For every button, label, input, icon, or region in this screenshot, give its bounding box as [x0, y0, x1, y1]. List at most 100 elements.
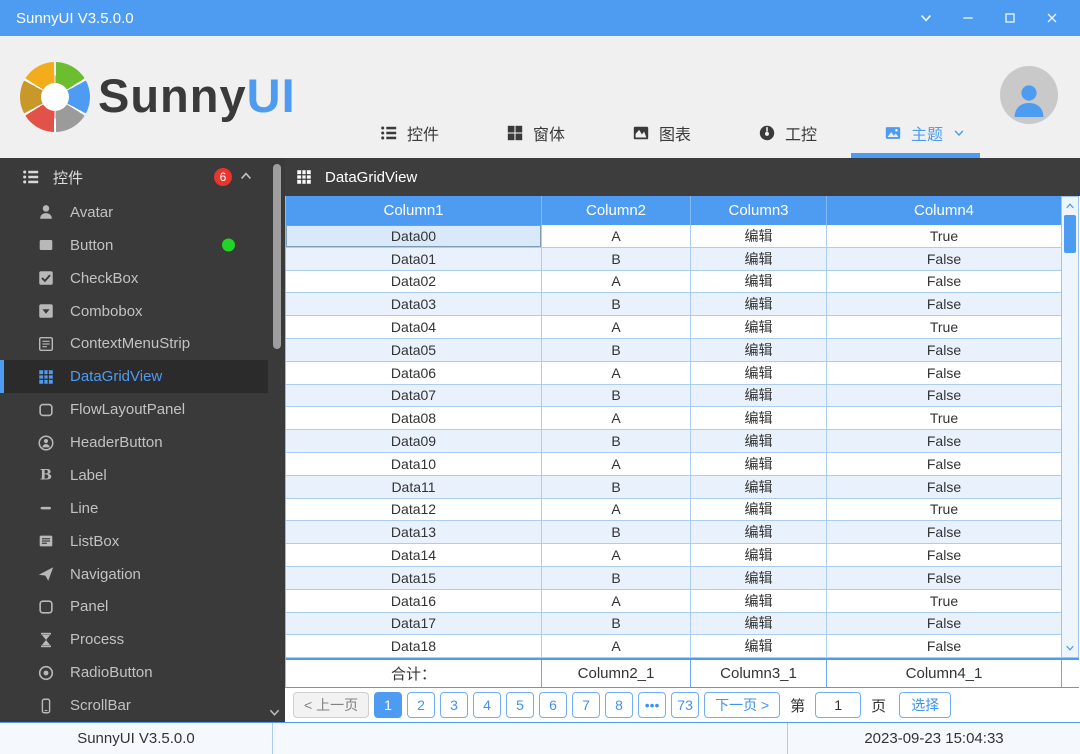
sidebar-item-headerbutton[interactable]: HeaderButton: [0, 426, 268, 459]
chevron-down-icon[interactable]: [952, 126, 966, 140]
table-cell[interactable]: B: [542, 430, 691, 453]
table-cell[interactable]: 编辑: [691, 430, 827, 453]
table-cell[interactable]: False: [827, 430, 1062, 453]
table-cell[interactable]: 编辑: [691, 521, 827, 545]
table-cell[interactable]: False: [827, 521, 1062, 545]
table-cell[interactable]: False: [827, 566, 1062, 590]
next-page-button[interactable]: 下一页 >: [704, 692, 781, 718]
table-cell[interactable]: 编辑: [691, 407, 827, 431]
page-button-3[interactable]: 3: [440, 692, 469, 718]
table-cell[interactable]: 编辑: [691, 612, 827, 636]
sidebar-item-scrollbar[interactable]: ScrollBar: [0, 689, 268, 722]
table-cell[interactable]: B: [542, 566, 691, 590]
table-cell[interactable]: Data13: [286, 521, 542, 545]
table-cell[interactable]: False: [827, 612, 1062, 636]
sidebar-item-line[interactable]: Line: [0, 492, 268, 525]
page-button-8[interactable]: 8: [605, 692, 634, 718]
table-cell[interactable]: Data10: [286, 452, 542, 476]
page-button-2[interactable]: 2: [407, 692, 436, 718]
sidebar-item-avatar[interactable]: Avatar: [0, 196, 268, 229]
table-cell[interactable]: A: [542, 407, 691, 431]
table-cell[interactable]: Data06: [286, 361, 542, 385]
grid-column-header[interactable]: Column4: [827, 196, 1062, 225]
sidebar-item-label[interactable]: B Label: [0, 459, 268, 492]
table-cell[interactable]: Data14: [286, 544, 542, 567]
table-cell[interactable]: False: [827, 293, 1062, 317]
grid-scrollbar-thumb[interactable]: [1064, 215, 1076, 253]
page-button-4[interactable]: 4: [473, 692, 502, 718]
ellipsis-page-button[interactable]: •••: [638, 692, 667, 718]
page-button-6[interactable]: 6: [539, 692, 568, 718]
table-cell[interactable]: 编辑: [691, 566, 827, 590]
table-cell[interactable]: A: [542, 544, 691, 567]
sidebar-item-button[interactable]: Button: [0, 229, 268, 262]
page-button-5[interactable]: 5: [506, 692, 535, 718]
table-cell[interactable]: Data03: [286, 293, 542, 317]
table-cell[interactable]: B: [542, 521, 691, 545]
table-cell[interactable]: False: [827, 452, 1062, 476]
table-cell[interactable]: Data01: [286, 247, 542, 271]
chevron-down-icon[interactable]: [1064, 642, 1076, 654]
chevron-down-icon[interactable]: [267, 705, 282, 720]
close-icon[interactable]: [1040, 6, 1064, 30]
table-cell[interactable]: A: [542, 635, 691, 659]
page-select-button[interactable]: 选择: [899, 692, 952, 718]
table-cell[interactable]: False: [827, 361, 1062, 385]
table-cell[interactable]: A: [542, 589, 691, 613]
table-cell[interactable]: B: [542, 475, 691, 499]
sidebar-scrollbar-thumb[interactable]: [273, 164, 281, 349]
nav-tab-1[interactable]: 窗体: [494, 121, 620, 145]
sidebar-item-process[interactable]: Process: [0, 623, 268, 656]
minimize-icon[interactable]: [956, 6, 980, 30]
table-cell[interactable]: B: [542, 338, 691, 362]
grid-column-header[interactable]: Column2: [542, 196, 691, 225]
table-cell[interactable]: B: [542, 384, 691, 408]
table-cell[interactable]: 编辑: [691, 498, 827, 522]
table-cell[interactable]: 编辑: [691, 293, 827, 317]
table-cell[interactable]: 编辑: [691, 270, 827, 294]
sidebar-item-contextmenustrip[interactable]: ContextMenuStrip: [0, 328, 268, 361]
table-cell[interactable]: Data11: [286, 475, 542, 499]
maximize-icon[interactable]: [998, 6, 1022, 30]
table-cell[interactable]: False: [827, 338, 1062, 362]
table-cell[interactable]: False: [827, 247, 1062, 271]
sidebar-item-flowlayoutpanel[interactable]: FlowLayoutPanel: [0, 393, 268, 426]
table-cell[interactable]: False: [827, 384, 1062, 408]
table-cell[interactable]: Data05: [286, 338, 542, 362]
nav-tab-3[interactable]: 工控: [746, 121, 872, 145]
nav-tab-2[interactable]: 图表: [620, 121, 746, 145]
sidebar-item-navigation[interactable]: Navigation: [0, 558, 268, 591]
table-cell[interactable]: 编辑: [691, 361, 827, 385]
table-cell[interactable]: True: [827, 589, 1062, 613]
table-cell[interactable]: A: [542, 225, 691, 248]
table-cell[interactable]: False: [827, 270, 1062, 294]
table-cell[interactable]: Data02: [286, 270, 542, 294]
table-cell[interactable]: True: [827, 316, 1062, 339]
sidebar-scrollbar[interactable]: [272, 162, 282, 702]
chevron-up-icon[interactable]: [1064, 200, 1076, 212]
grid-column-header[interactable]: Column3: [691, 196, 827, 225]
sidebar-group-header[interactable]: 控件 6: [0, 158, 285, 196]
selected-cell[interactable]: Data00: [286, 225, 542, 248]
table-cell[interactable]: Data16: [286, 589, 542, 613]
table-cell[interactable]: A: [542, 498, 691, 522]
grid-vertical-scrollbar[interactable]: [1061, 196, 1079, 658]
table-cell[interactable]: False: [827, 635, 1062, 659]
table-cell[interactable]: B: [542, 293, 691, 317]
table-cell[interactable]: 编辑: [691, 316, 827, 339]
page-button-1[interactable]: 1: [374, 692, 403, 718]
page-button-73[interactable]: 73: [671, 692, 700, 718]
table-cell[interactable]: True: [827, 225, 1062, 248]
page-button-7[interactable]: 7: [572, 692, 601, 718]
chevron-down-icon[interactable]: [914, 6, 938, 30]
table-cell[interactable]: Data04: [286, 316, 542, 339]
sidebar-item-checkbox[interactable]: CheckBox: [0, 262, 268, 295]
table-cell[interactable]: A: [542, 452, 691, 476]
chevron-up-icon[interactable]: [238, 168, 254, 184]
sidebar-item-panel[interactable]: Panel: [0, 591, 268, 624]
table-cell[interactable]: Data18: [286, 635, 542, 659]
table-cell[interactable]: True: [827, 407, 1062, 431]
table-cell[interactable]: A: [542, 361, 691, 385]
table-cell[interactable]: Data08: [286, 407, 542, 431]
sidebar-item-radiobutton[interactable]: RadioButton: [0, 656, 268, 689]
